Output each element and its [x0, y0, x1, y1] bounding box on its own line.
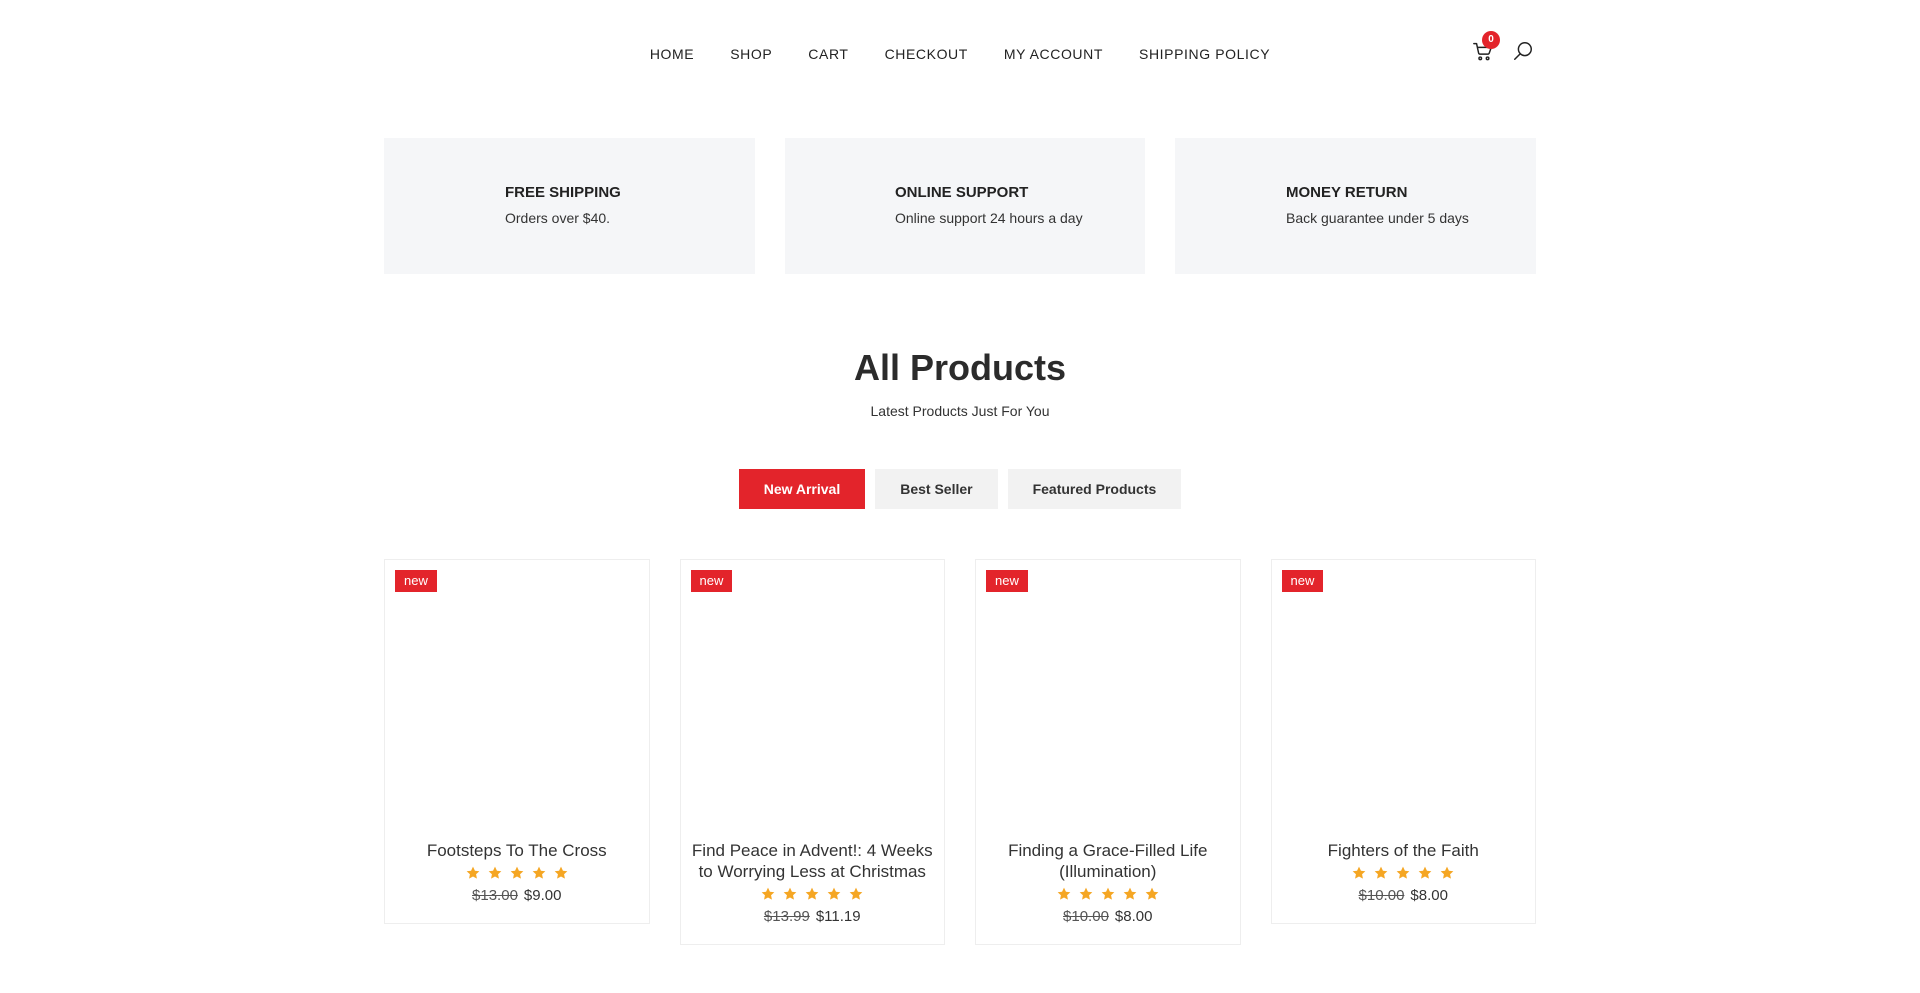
- site-header: HOME SHOP CART CHECKOUT MY ACCOUNT SHIPP…: [0, 0, 1920, 108]
- feature-text: Online support 24 hours a day: [895, 210, 1083, 226]
- new-badge: new: [986, 570, 1028, 592]
- star-icon: [1057, 887, 1071, 900]
- star-icon: [827, 887, 841, 900]
- feature-text: Orders over $40.: [505, 210, 611, 226]
- nav-shipping-policy[interactable]: SHIPPING POLICY: [1121, 46, 1288, 62]
- product-image[interactable]: new: [385, 560, 649, 840]
- star-icon: [554, 866, 568, 879]
- star-icon: [805, 887, 819, 900]
- nav-my-account[interactable]: MY ACCOUNT: [986, 46, 1121, 62]
- product-price: $13.99 $11.19: [681, 908, 945, 926]
- search-icon: [1514, 42, 1532, 60]
- product-image[interactable]: new: [1272, 560, 1536, 840]
- star-icon: [783, 887, 797, 900]
- feature-text: Back guarantee under 5 days: [1286, 210, 1469, 226]
- features-strip: FREE SHIPPING Orders over $40. ONLINE SU…: [384, 138, 1536, 274]
- tab-best-seller[interactable]: Best Seller: [875, 469, 998, 509]
- star-icon: [1440, 866, 1454, 879]
- product-card[interactable]: new Footsteps To The Cross $13.00 $9.00: [384, 559, 650, 924]
- new-badge: new: [690, 570, 733, 592]
- sale-price: $9.00: [523, 887, 562, 904]
- section-subtitle: Latest Products Just For You: [870, 403, 1050, 419]
- product-title[interactable]: Finding a Grace-Filled Life (Illuminatio…: [986, 840, 1230, 882]
- nav-checkout[interactable]: CHECKOUT: [867, 46, 986, 62]
- old-price: $13.00: [472, 887, 518, 904]
- product-image[interactable]: new: [681, 560, 945, 840]
- product-card[interactable]: new Find Peace in Advent!: 4 Weeks to Wo…: [679, 559, 945, 945]
- feature-money-return: MONEY RETURN Back guarantee under 5 days: [1175, 138, 1536, 274]
- product-card[interactable]: new Finding a Grace-Filled Life (Illumin…: [975, 559, 1241, 945]
- product-image[interactable]: new: [976, 560, 1240, 840]
- star-icon: [510, 866, 524, 879]
- feature-online-support: ONLINE SUPPORT Online support 24 hours a…: [785, 138, 1145, 274]
- rating-stars: [1272, 865, 1536, 881]
- rating-stars: [681, 886, 945, 902]
- sale-price: $8.00: [1410, 887, 1448, 904]
- product-title[interactable]: Fighters of the Faith: [1282, 840, 1526, 861]
- product-price: $10.00 $8.00: [976, 908, 1240, 926]
- rating-stars: [976, 886, 1240, 902]
- product-price: $13.00 $9.00: [385, 887, 649, 905]
- star-icon: [466, 866, 480, 879]
- feature-title: ONLINE SUPPORT: [895, 184, 1029, 201]
- star-icon: [1418, 866, 1432, 879]
- feature-title: FREE SHIPPING: [505, 184, 621, 201]
- new-badge: new: [1281, 570, 1324, 592]
- star-icon: [1352, 866, 1366, 879]
- product-title[interactable]: Find Peace in Advent!: 4 Weeks to Worryi…: [691, 840, 935, 882]
- rating-stars: [385, 865, 649, 881]
- cart-count-badge: 0: [1482, 31, 1500, 49]
- product-grid: new Footsteps To The Cross $13.00 $9.00 n…: [384, 559, 1536, 945]
- star-icon: [1396, 866, 1410, 879]
- sale-price: $11.19: [815, 908, 861, 925]
- star-icon: [1123, 887, 1137, 900]
- star-icon: [1374, 866, 1388, 879]
- product-card[interactable]: new Fighters of the Faith $10.00 $8.00: [1270, 559, 1536, 924]
- star-icon: [1079, 887, 1093, 900]
- nav-cart[interactable]: CART: [790, 46, 866, 62]
- star-icon: [1101, 887, 1115, 900]
- star-icon: [1145, 887, 1159, 900]
- feature-free-shipping: FREE SHIPPING Orders over $40.: [384, 138, 755, 274]
- nav-home[interactable]: HOME: [632, 46, 712, 62]
- header-icons: 0: [1472, 31, 1536, 64]
- new-badge: new: [395, 570, 437, 592]
- sale-price: $8.00: [1114, 908, 1153, 925]
- product-tabs: New Arrival Best Seller Featured Product…: [0, 469, 1920, 509]
- product-title[interactable]: Footsteps To The Cross: [395, 840, 639, 861]
- star-icon: [532, 866, 546, 879]
- main-nav: HOME SHOP CART CHECKOUT MY ACCOUNT SHIPP…: [0, 46, 1920, 62]
- search-button[interactable]: [1512, 40, 1536, 64]
- section-title: All Products: [853, 347, 1067, 388]
- star-icon: [849, 887, 863, 900]
- tab-new-arrival[interactable]: New Arrival: [738, 469, 866, 509]
- product-price: $10.00 $8.00: [1272, 887, 1536, 905]
- cart-button[interactable]: 0: [1472, 31, 1500, 64]
- star-icon: [761, 887, 775, 900]
- star-icon: [488, 866, 502, 879]
- tab-featured-products[interactable]: Featured Products: [1007, 469, 1182, 509]
- nav-shop[interactable]: SHOP: [712, 46, 790, 62]
- feature-title: MONEY RETURN: [1286, 184, 1408, 201]
- old-price: $10.00: [1358, 887, 1405, 904]
- old-price: $10.00: [1063, 908, 1109, 925]
- old-price: $13.99: [763, 908, 810, 925]
